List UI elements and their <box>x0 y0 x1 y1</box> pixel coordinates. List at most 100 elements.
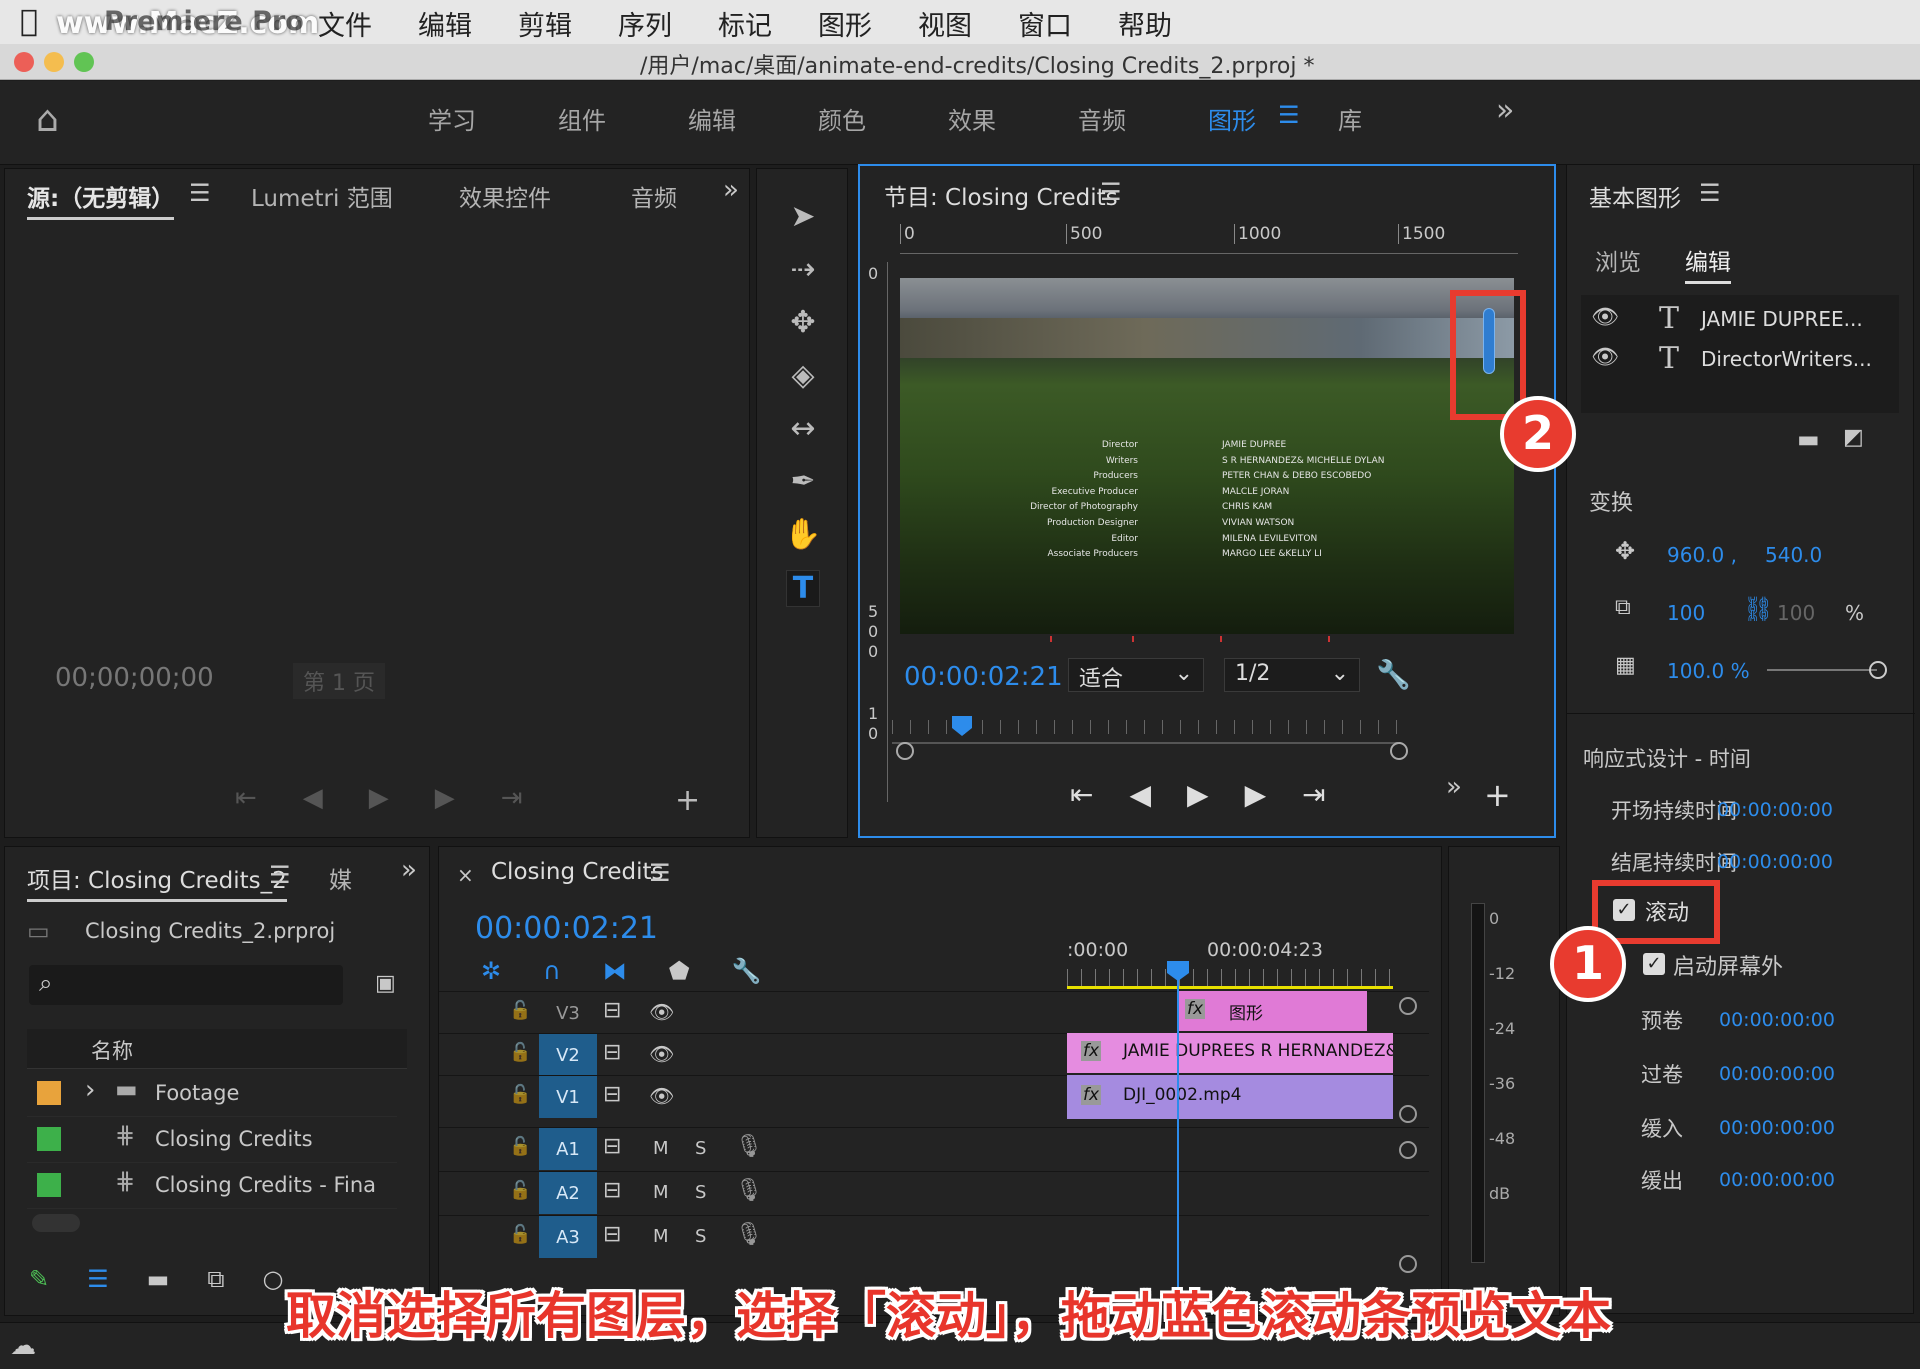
apple-icon[interactable]:  <box>20 4 38 39</box>
marker-icon[interactable]: ⬟ <box>669 957 690 985</box>
freeform-view-icon[interactable]: ⧉ <box>207 1265 224 1293</box>
go-in-icon[interactable]: ⇤ <box>235 783 257 813</box>
track-scroll-handle[interactable] <box>1399 1105 1417 1123</box>
mute-button[interactable]: M <box>653 1226 669 1247</box>
zoom-slider-icon[interactable]: ○ <box>262 1265 283 1293</box>
sync-lock-icon[interactable]: ⊟ <box>603 1040 621 1065</box>
mute-button[interactable]: M <box>653 1182 669 1203</box>
workspace-more-icon[interactable]: » <box>1496 93 1514 128</box>
microphone-icon[interactable]: 🎙 <box>735 1222 763 1247</box>
wrench-icon[interactable]: 🔧 <box>1376 658 1411 691</box>
eye-icon[interactable]: 👁 <box>649 1042 674 1066</box>
lock-icon[interactable]: 🔓 <box>509 1042 531 1063</box>
track-scroll-handle[interactable] <box>1399 1255 1417 1273</box>
opacity-slider[interactable] <box>1767 669 1877 671</box>
add-button-icon[interactable]: + <box>675 783 700 818</box>
cloud-icon[interactable]: ☁ <box>10 1331 36 1361</box>
menu-item[interactable]: 编辑 <box>418 4 472 43</box>
track-target[interactable]: V3 <box>539 992 597 1034</box>
timeline-menu-icon[interactable]: ☰ <box>649 859 671 887</box>
workspace-tab[interactable]: 组件 <box>558 101 688 136</box>
outro-duration-value[interactable]: 00:00:00:00 <box>1717 851 1833 873</box>
opacity-slider-handle[interactable] <box>1869 661 1887 679</box>
track-target[interactable]: A2 <box>539 1172 597 1214</box>
ease-out-value[interactable]: 00:00:00:00 <box>1719 1169 1835 1191</box>
close-timeline-icon[interactable]: × <box>457 863 474 887</box>
timeline-playhead[interactable] <box>1177 965 1179 1315</box>
new-layer-icon[interactable]: ◩ <box>1843 425 1864 450</box>
workspace-tab[interactable]: 效果 <box>948 101 1078 136</box>
folder-icon[interactable]: ▬ <box>1797 425 1820 453</box>
mute-button[interactable]: M <box>653 1138 669 1159</box>
program-video-frame[interactable]: Director JAMIE DUPREE Writers S R HERNANDEZ… <box>900 278 1514 634</box>
workspace-tab[interactable]: 编辑 <box>688 101 818 136</box>
timeline-timecode[interactable]: 00:00:02:21 <box>475 911 658 946</box>
workspace-tab[interactable]: 颜色 <box>818 101 948 136</box>
eg-menu-icon[interactable]: ☰ <box>1699 179 1721 207</box>
lock-icon[interactable]: 🔓 <box>509 1000 531 1021</box>
slip-tool-icon[interactable]: ↔ <box>790 411 815 446</box>
clip-video[interactable]: fx DJI_0002.mp4 <box>1067 1075 1393 1119</box>
zoom-handle-right[interactable] <box>1390 742 1408 760</box>
position-x[interactable]: 960.0 , <box>1667 543 1737 567</box>
more-panels-icon[interactable]: » <box>723 175 739 205</box>
postroll-value[interactable]: 00:00:00:00 <box>1719 1063 1835 1085</box>
more-buttons-icon[interactable]: » <box>1446 772 1462 802</box>
program-timecode[interactable]: 00:00:02:21 <box>904 662 1063 692</box>
selection-tool-icon[interactable]: ➤ <box>790 199 815 234</box>
new-bin-icon[interactable]: ▣ <box>375 971 396 996</box>
project-title[interactable]: 项目: Closing Credits_2 <box>27 861 287 902</box>
timeline-ruler[interactable] <box>1067 969 1393 989</box>
step-back-icon[interactable]: ◀ <box>1129 778 1151 811</box>
list-item[interactable]: › ▬ Footage <box>27 1071 397 1117</box>
chevron-right-icon[interactable]: › <box>85 1075 95 1105</box>
scale-value[interactable]: 100 <box>1667 601 1705 625</box>
offscreen-checkbox[interactable]: ✓ <box>1643 953 1665 975</box>
eye-icon[interactable]: 👁 <box>649 1084 674 1108</box>
microphone-icon[interactable]: 🎙 <box>735 1178 763 1203</box>
list-view-icon[interactable]: ☰ <box>87 1265 109 1293</box>
link-icon[interactable]: ⛓ <box>1743 595 1773 623</box>
minimize-window-button[interactable] <box>44 52 64 72</box>
menu-item[interactable]: 视图 <box>918 4 972 43</box>
wrench-icon[interactable]: 🔧 <box>732 957 762 985</box>
tab-browse[interactable]: 浏览 <box>1595 243 1641 277</box>
fit-dropdown[interactable]: 适合 ⌄ <box>1068 658 1204 692</box>
workspace-tab[interactable]: 音频 <box>1078 101 1208 136</box>
menu-item[interactable]: 文件 <box>318 4 372 43</box>
go-out-icon[interactable]: ⇥ <box>501 783 523 813</box>
clip-credits-text[interactable]: fx JAMIE DUPREES R HERNANDEZ& <box>1067 1033 1393 1073</box>
icon-view-icon[interactable]: ▬ <box>147 1265 170 1293</box>
track-scroll-handle[interactable] <box>1399 1141 1417 1159</box>
layer-row[interactable]: 👁 T DirectorWriters... <box>1581 341 1899 381</box>
label-color-swatch[interactable] <box>37 1081 61 1105</box>
lock-icon[interactable]: 🔓 <box>509 1224 531 1245</box>
solo-button[interactable]: S <box>695 1138 706 1159</box>
step-forward-icon[interactable]: ▶ <box>1245 778 1267 811</box>
tab-media[interactable]: 媒 <box>329 861 352 895</box>
position-y[interactable]: 540.0 <box>1765 543 1822 567</box>
lock-icon[interactable]: 🔓 <box>509 1180 531 1201</box>
list-item[interactable]: ⋕ Closing Credits <box>27 1117 397 1163</box>
lock-icon[interactable]: 🔓 <box>509 1084 531 1105</box>
preroll-value[interactable]: 00:00:00:00 <box>1719 1009 1835 1031</box>
menu-app[interactable]: Premiere Pro <box>104 6 304 37</box>
opacity-value[interactable]: 100.0 % <box>1667 659 1750 683</box>
label-color-swatch[interactable] <box>37 1127 61 1151</box>
home-icon[interactable]: ⌂ <box>36 99 59 140</box>
eye-icon[interactable]: 👁 <box>1591 305 1619 330</box>
more-panels-icon[interactable]: » <box>401 855 417 885</box>
type-tool-icon[interactable]: T <box>785 570 821 607</box>
play-icon[interactable]: ▶ <box>1187 778 1209 811</box>
ease-in-value[interactable]: 00:00:00:00 <box>1719 1117 1835 1139</box>
play-icon[interactable]: ▶ <box>369 783 389 813</box>
eye-icon[interactable]: 👁 <box>1591 345 1619 370</box>
go-to-out-icon[interactable]: ⇥ <box>1302 778 1325 811</box>
quality-dropdown[interactable]: 1/2 ⌄ <box>1224 658 1360 692</box>
close-window-button[interactable] <box>14 52 34 72</box>
source-menu-icon[interactable]: ☰ <box>189 179 211 207</box>
eye-icon[interactable]: 👁 <box>649 1000 674 1024</box>
track-select-tool-icon[interactable]: ⇢ <box>790 252 815 287</box>
program-scrubber[interactable] <box>892 712 1398 752</box>
track-scroll-handle[interactable] <box>1399 997 1417 1015</box>
